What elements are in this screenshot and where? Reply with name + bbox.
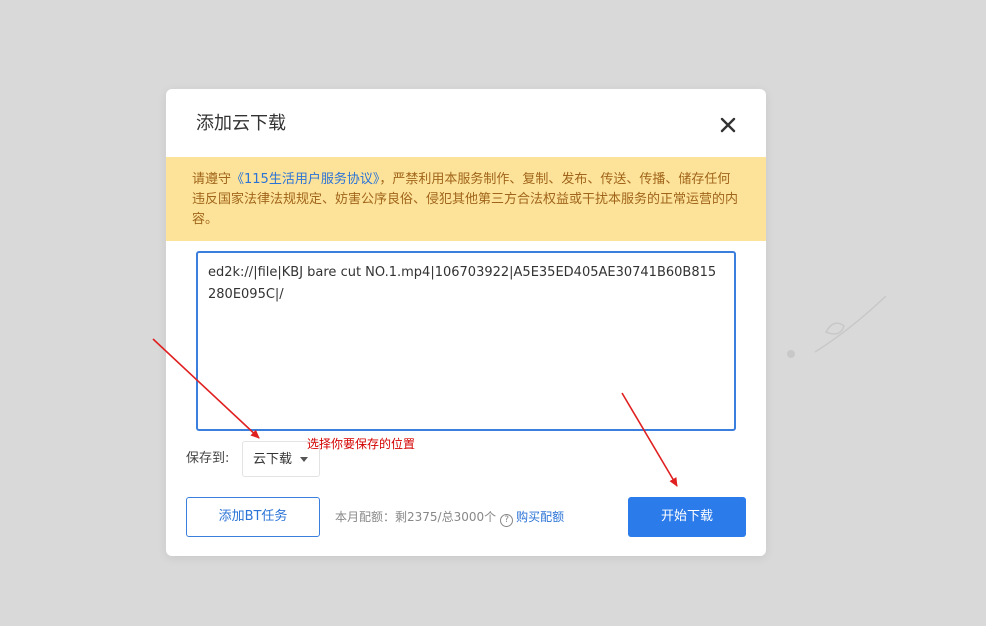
start-download-button[interactable]: 开始下载 [628, 497, 746, 537]
download-link-input[interactable]: ed2k://|file|KBJ bare cut NO.1.mp4|10670… [196, 251, 736, 431]
close-icon [720, 117, 736, 133]
save-location-value: 云下载 [253, 452, 293, 467]
dialog-title: 添加云下载 [196, 113, 286, 134]
help-icon[interactable]: ? [500, 514, 514, 527]
terms-notice: 请遵守《115生活用户服务协议》，严禁利用本服务制作、复制、发布、传送、传播、储… [166, 157, 766, 241]
save-to-label: 保存到: [186, 451, 230, 466]
close-button[interactable] [714, 111, 742, 139]
caret-down-icon [300, 457, 308, 462]
annotation-note: 选择你要保存的位置 [307, 437, 416, 451]
add-cloud-download-dialog: 添加云下载 请遵守《115生活用户服务协议》，严禁利用本服务制作、复制、发布、传… [166, 89, 766, 556]
monthly-quota: 本月配额：剩2375/总3000个? 购买配额 [335, 509, 564, 527]
quota-text: 本月配额：剩2375/总3000个 [335, 510, 497, 524]
service-agreement-link[interactable]: 《115生活用户服务协议》 [231, 172, 379, 187]
notice-prefix: 请遵守 [192, 172, 232, 187]
add-bt-task-button[interactable]: 添加BT任务 [186, 497, 320, 537]
buy-quota-link[interactable]: 购买配额 [516, 510, 564, 524]
